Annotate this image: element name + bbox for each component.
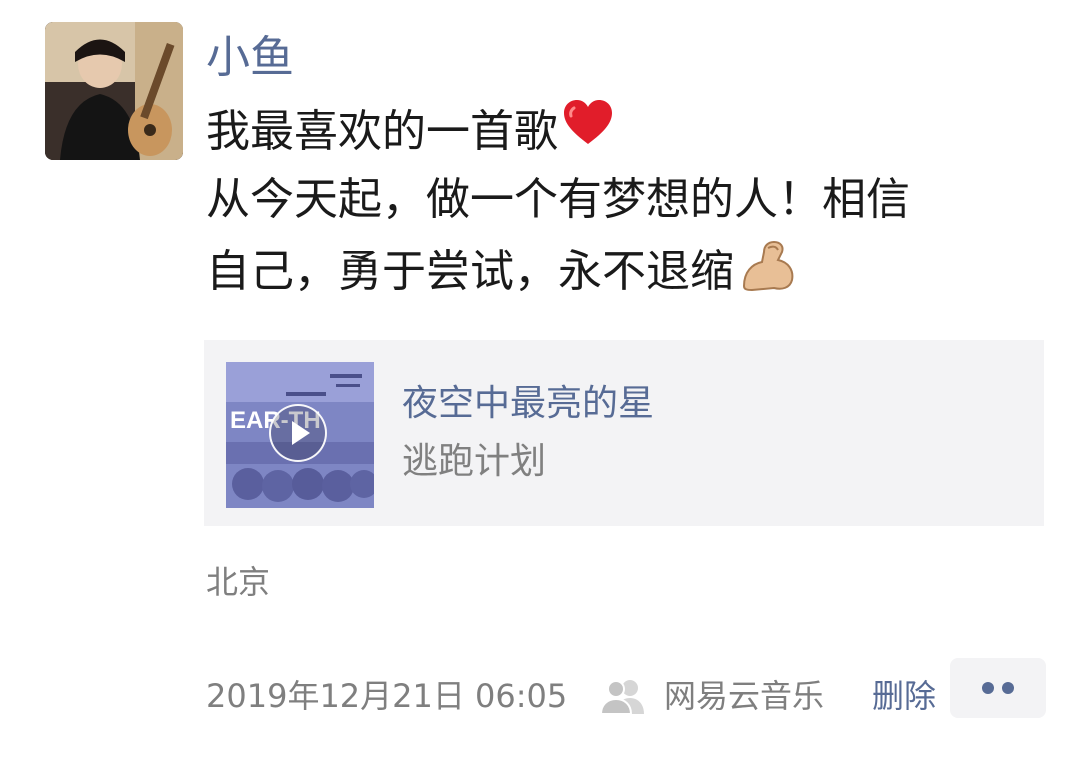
song-title[interactable]: 夜空中最亮的星	[402, 378, 654, 430]
timestamp: 2019年12月21日 06:05	[206, 677, 568, 715]
username[interactable]: 小鱼	[206, 26, 294, 90]
post-text-line: 从今天起，做一个有梦想的人！相信	[206, 174, 910, 225]
post-text-line: 我最喜欢的一首歌	[206, 98, 1006, 166]
location-label[interactable]: 北京	[206, 558, 270, 606]
song-artist: 逃跑计划	[402, 441, 547, 482]
music-card[interactable]: EAR-TH 夜空中最亮的星 逃跑计划	[204, 340, 1044, 526]
friends-icon	[598, 678, 648, 715]
post-text-line-1: 我最喜欢的一首歌	[206, 106, 558, 157]
more-dots-icon	[982, 682, 994, 694]
post-text: 我最喜欢的一首歌 从今天起，做一个有梦想的人！相信 自己，勇于尝试，永不退缩	[206, 98, 1006, 302]
delete-button[interactable]: 删除	[872, 668, 936, 724]
red-heart-icon	[562, 98, 614, 170]
post-text-line-3: 自己，勇于尝试，永不退缩	[206, 246, 734, 297]
more-dots-icon	[1002, 682, 1014, 694]
avatar[interactable]	[45, 22, 183, 160]
post-text-line: 自己，勇于尝试，永不退缩	[206, 234, 1006, 302]
post-footer: 2019年12月21日 06:05 网易云音乐 删除	[206, 658, 1046, 724]
flexed-biceps-icon	[738, 234, 798, 314]
more-button[interactable]	[950, 658, 1046, 718]
source-app[interactable]: 网易云音乐	[664, 668, 824, 724]
play-button[interactable]	[269, 404, 327, 462]
avatar-image	[45, 22, 183, 160]
album-art: EAR-TH	[226, 362, 374, 508]
play-icon	[292, 421, 310, 445]
